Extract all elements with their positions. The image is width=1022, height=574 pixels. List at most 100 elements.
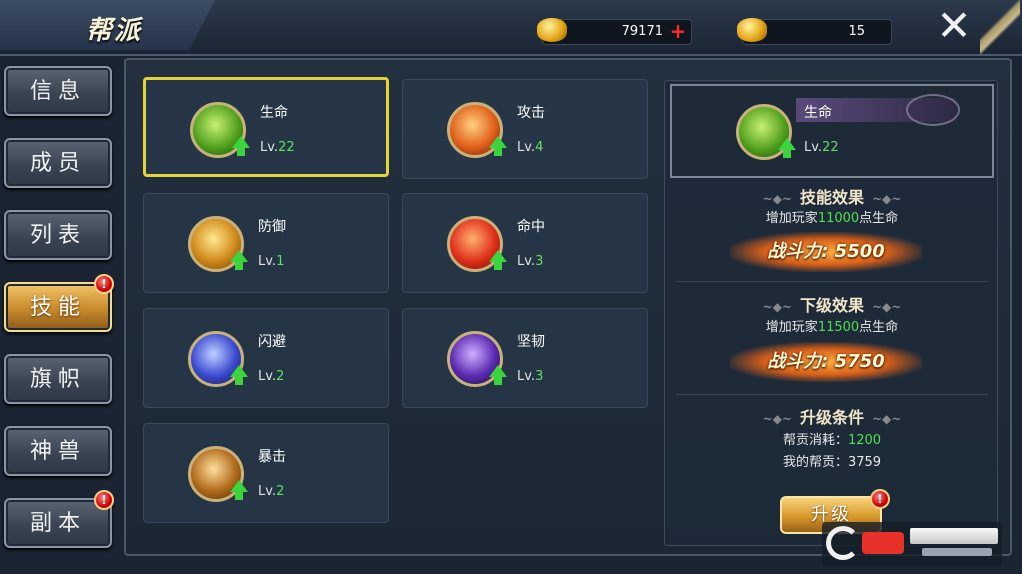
skill-card-crit[interactable]: 暴击 Lv.2 — [143, 423, 389, 523]
watermark-c-icon — [826, 526, 860, 560]
sidebar-item-members[interactable]: 成员 — [4, 138, 112, 188]
upgrade-arrow-icon — [230, 250, 248, 270]
notification-badge: ! — [94, 274, 114, 294]
ornament-left-icon: ~◆~ — [762, 300, 792, 314]
my-contribution: 我的帮贡：3759 — [670, 451, 994, 470]
notification-badge: ! — [870, 489, 890, 509]
next-level-section-title: ~◆~ 下级效果 ~◆~ — [670, 292, 994, 316]
contribution-value: 3759 — [847, 455, 882, 470]
gold-value: 79171 — [621, 24, 663, 39]
skill-name: 命中 — [517, 219, 545, 235]
skill-level: Lv.2 — [258, 484, 284, 499]
level-value: 3 — [535, 254, 544, 269]
effect-description: 增加玩家11000点生命 — [670, 207, 994, 226]
level-prefix: Lv. — [258, 484, 277, 499]
sidebar-item-info[interactable]: 信息 — [4, 66, 112, 116]
sidebar-item-banner[interactable]: 旗帜 — [4, 354, 112, 404]
level-value: 22 — [278, 140, 295, 155]
sidebar-item-beast[interactable]: 神兽 — [4, 426, 112, 476]
quill-decoration — [980, 0, 1020, 54]
cost-label: 帮贡消耗： — [782, 433, 848, 448]
level-value: 1 — [276, 254, 285, 269]
selected-skill-name: 生命 — [804, 105, 832, 121]
skill-level: Lv.22 — [260, 140, 295, 155]
level-prefix: Lv. — [804, 140, 823, 155]
level-prefix: Lv. — [258, 369, 277, 384]
ornament-right-icon: ~◆~ — [872, 300, 902, 314]
divider — [676, 394, 988, 395]
upgrade-arrow-icon — [778, 138, 796, 158]
ornament-right-icon: ~◆~ — [872, 412, 902, 426]
sidebar-item-label: 神兽 — [29, 439, 86, 464]
gold-ingot-icon — [537, 18, 567, 42]
top-bar: 帮派 79171 + 15 ✕ — [0, 0, 1022, 56]
upgrade-arrow-icon — [230, 480, 248, 500]
upgrade-arrow-icon — [232, 136, 250, 156]
skill-card-dodge[interactable]: 闪避 Lv.2 — [143, 308, 389, 408]
skill-level: Lv.2 — [258, 369, 284, 384]
next-level-description: 增加玩家11500点生命 — [670, 316, 994, 335]
section-title-text: 下级效果 — [799, 296, 864, 315]
skill-level: Lv.1 — [258, 254, 284, 269]
upgrade-cost: 帮贡消耗：1200 — [670, 429, 994, 448]
skill-name: 闪避 — [258, 334, 286, 350]
sidebar-item-label: 信息 — [29, 79, 86, 104]
desc-prefix: 增加玩家 — [765, 320, 818, 335]
coin-display: 15 — [737, 18, 892, 45]
skill-name: 坚韧 — [517, 334, 545, 350]
upgrade-arrow-icon — [230, 365, 248, 385]
sidebar-item-label: 旗帜 — [29, 367, 86, 392]
upgrade-arrow-icon — [489, 250, 507, 270]
desc-value: 11500 — [817, 320, 860, 335]
skill-card-defense[interactable]: 防御 Lv.1 — [143, 193, 389, 293]
level-prefix: Lv. — [517, 140, 536, 155]
close-icon[interactable]: ✕ — [934, 5, 974, 47]
page-title: 帮派 — [86, 16, 143, 46]
ornament-right-icon: ~◆~ — [872, 192, 902, 206]
upgrade-arrow-icon — [489, 136, 507, 156]
sidebar-item-label: 成员 — [29, 151, 86, 176]
upgrade-condition-title: ~◆~ 升级条件 ~◆~ — [670, 404, 994, 428]
gold-display: 79171 + — [537, 18, 692, 45]
divider — [676, 281, 988, 282]
level-value: 2 — [276, 369, 285, 384]
plus-icon[interactable]: + — [669, 21, 687, 41]
skill-card-attack[interactable]: 攻击 Lv.4 — [402, 79, 648, 179]
skill-card-tenacity[interactable]: 坚韧 Lv.3 — [402, 308, 648, 408]
level-prefix: Lv. — [517, 254, 536, 269]
level-value: 3 — [535, 369, 544, 384]
next-combat-power: 战斗力: 5750 — [730, 342, 922, 382]
skill-card-hit[interactable]: 命中 Lv.3 — [402, 193, 648, 293]
watermark-subtext-graphic — [922, 548, 992, 556]
cost-value: 1200 — [847, 433, 882, 448]
sidebar-item-label: 技能 — [29, 295, 86, 320]
watermark-red-icon — [862, 532, 904, 554]
skill-name: 攻击 — [517, 105, 545, 121]
cloud-ornament-icon — [906, 94, 960, 126]
selected-skill-level: Lv.22 — [804, 140, 839, 155]
desc-suffix: 点生命 — [859, 211, 899, 226]
section-title-text: 技能效果 — [799, 188, 864, 207]
selected-skill-header: 生命 Lv.22 — [670, 84, 994, 178]
level-value: 2 — [276, 484, 285, 499]
level-value: 4 — [535, 140, 544, 155]
current-combat-power: 战斗力: 5500 — [730, 232, 922, 272]
gold-coin-icon — [737, 18, 767, 42]
level-prefix: Lv. — [258, 254, 277, 269]
contribution-label: 我的帮贡： — [782, 455, 848, 470]
skill-level: Lv.3 — [517, 369, 543, 384]
level-value: 22 — [822, 140, 839, 155]
sidebar-item-list[interactable]: 列表 — [4, 210, 112, 260]
ornament-left-icon: ~◆~ — [762, 192, 792, 206]
level-prefix: Lv. — [517, 369, 536, 384]
sidebar-item-label: 副本 — [29, 511, 86, 536]
sidebar-item-label: 列表 — [29, 223, 86, 248]
skill-card-life[interactable]: 生命 Lv.22 — [143, 77, 389, 177]
watermark-text-graphic — [910, 528, 998, 544]
skill-level: Lv.3 — [517, 254, 543, 269]
effect-section-title: ~◆~ 技能效果 ~◆~ — [670, 184, 994, 208]
desc-prefix: 增加玩家 — [765, 211, 818, 226]
watermark-logo — [822, 522, 1002, 566]
ornament-left-icon: ~◆~ — [762, 412, 792, 426]
section-title-text: 升级条件 — [799, 408, 864, 427]
